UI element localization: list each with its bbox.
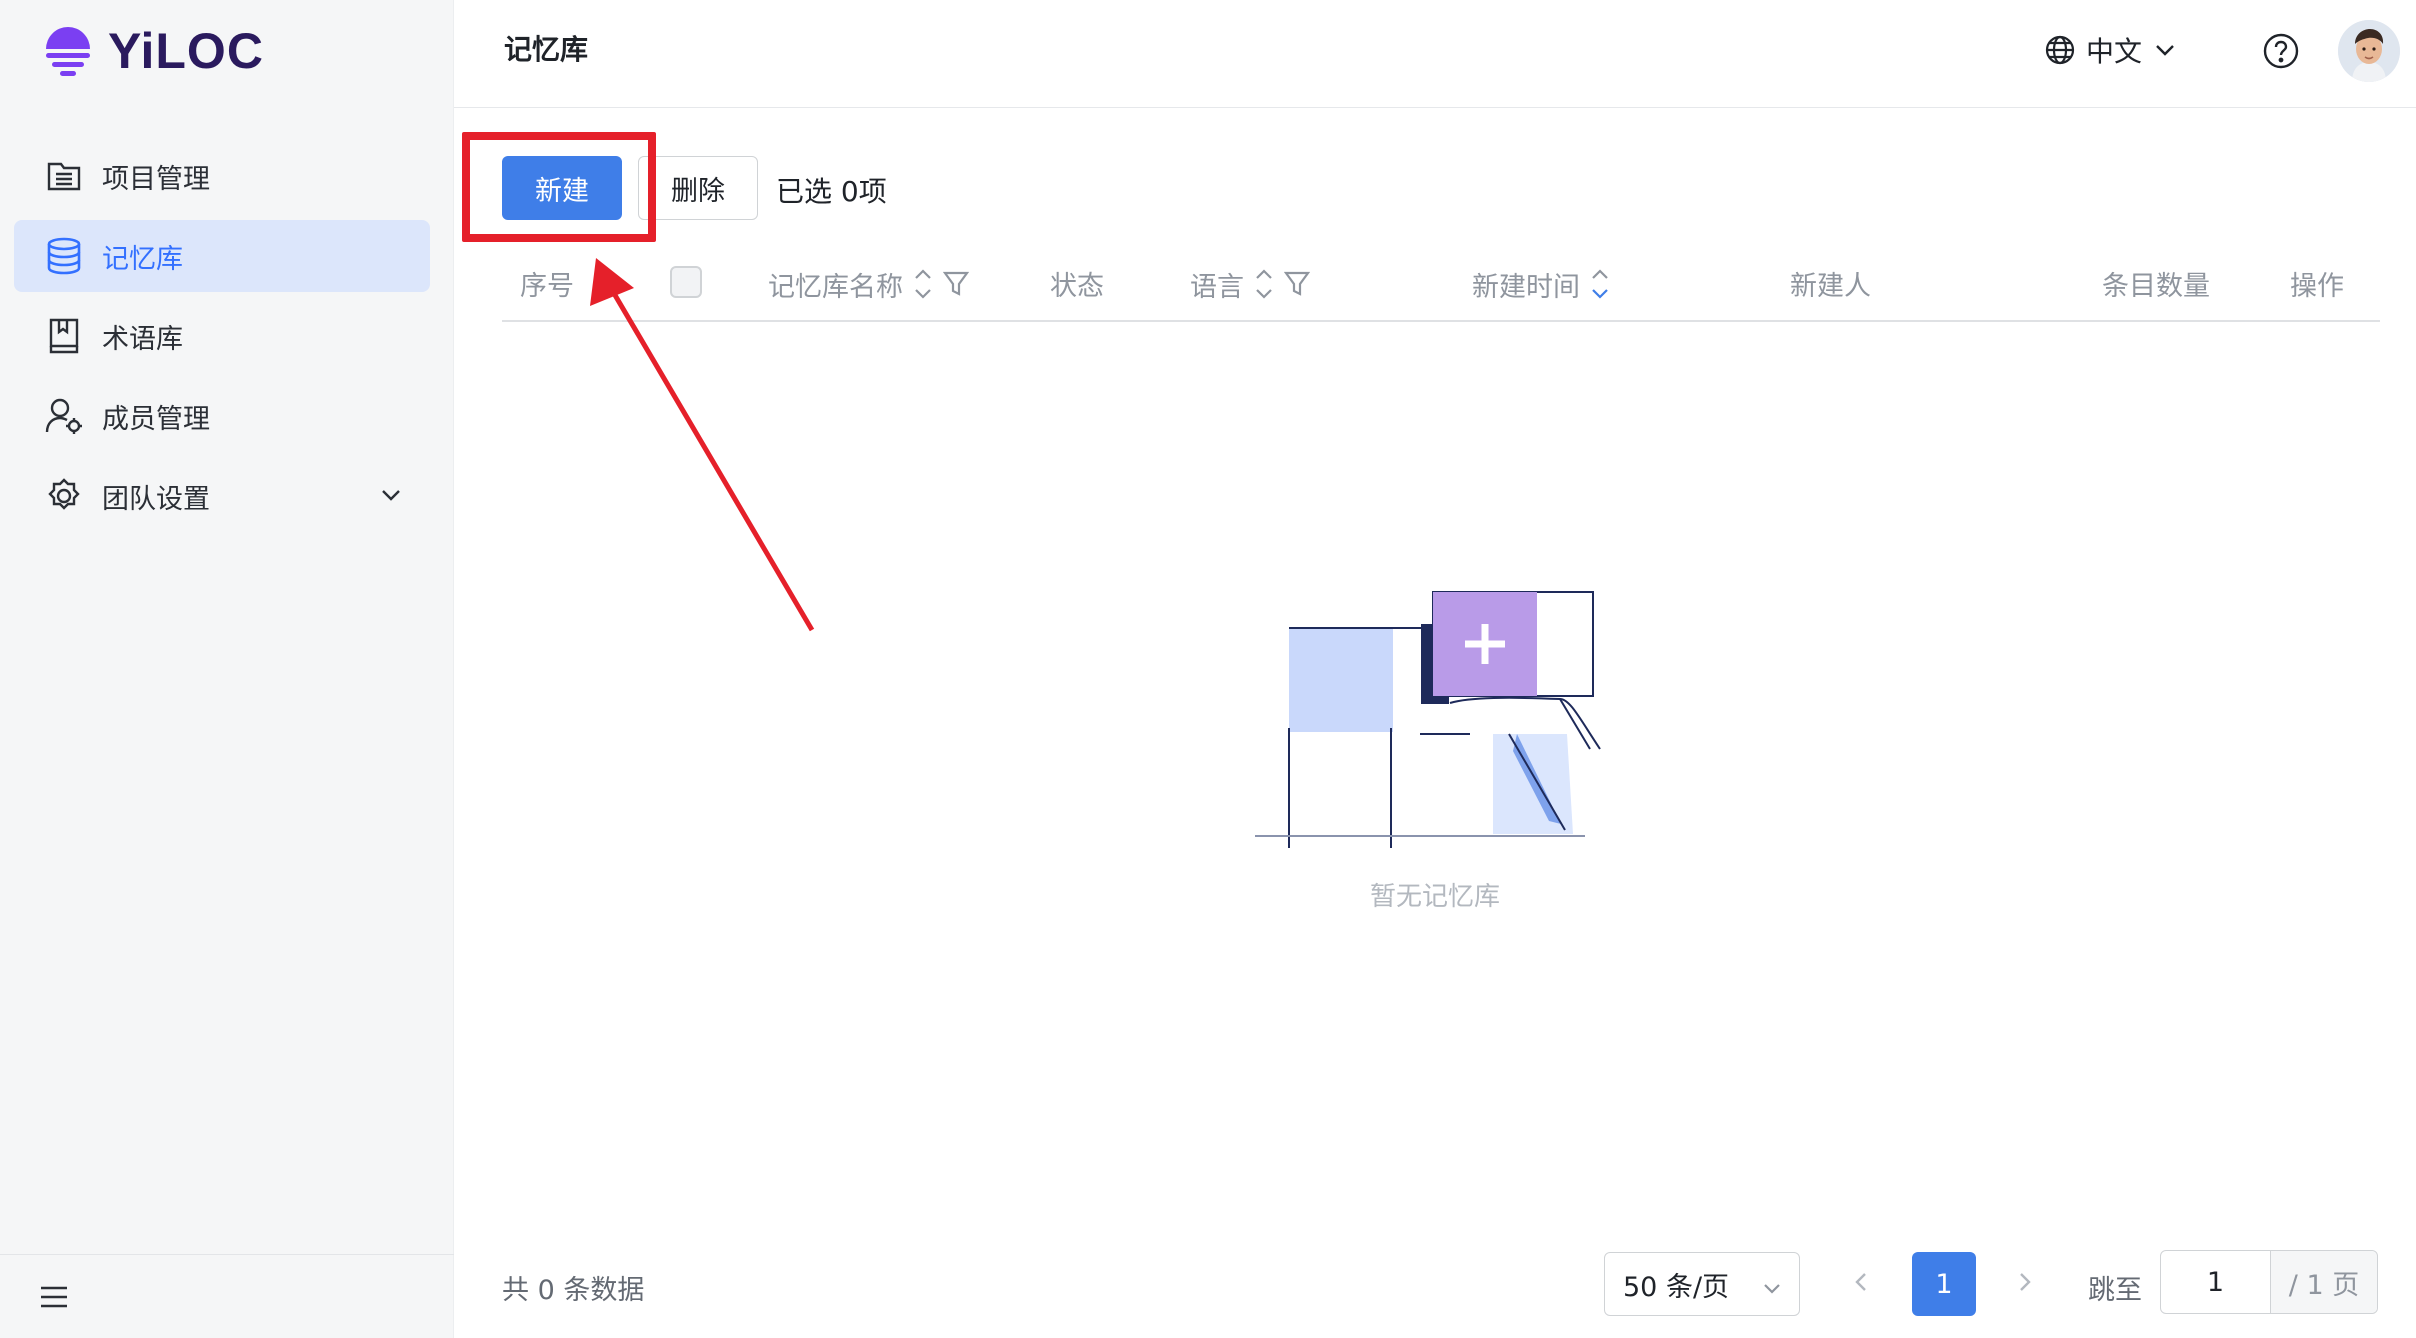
page-size-select[interactable]: 50 条/页 xyxy=(1604,1252,1800,1316)
help-icon[interactable] xyxy=(2262,32,2300,74)
menu-icon[interactable] xyxy=(38,1281,70,1317)
globe-icon xyxy=(2045,35,2075,65)
chevron-down-icon[interactable] xyxy=(378,482,404,515)
annotation-highlight-box xyxy=(462,132,656,242)
column-actions: 操作 xyxy=(2290,271,2344,302)
sidebar-item-label: 团队设置 xyxy=(102,483,210,515)
sidebar-nav: 项目管理 记忆库 术语库 成员管理 团队设置 xyxy=(14,140,430,540)
list-icon xyxy=(44,156,84,196)
empty-illustration xyxy=(1255,588,1625,858)
column-creator: 新建人 xyxy=(1790,271,1871,302)
empty-state-text: 暂无记忆库 xyxy=(1370,882,1501,912)
sidebar-footer xyxy=(0,1254,454,1338)
sort-icon[interactable] xyxy=(1254,264,1274,304)
database-icon xyxy=(44,236,84,276)
sidebar-item-label: 项目管理 xyxy=(102,163,210,195)
column-entries: 条目数量 xyxy=(2102,271,2210,302)
select-all-checkbox[interactable] xyxy=(670,266,702,298)
sidebar-item-label: 记忆库 xyxy=(102,243,183,275)
language-selector[interactable]: 中文 xyxy=(2044,30,2178,70)
table-header: 序号 记忆库名称 状态 语言 新建时间 新建人 条目数量 操作 xyxy=(502,250,2380,322)
language-label: 中文 xyxy=(2086,35,2143,68)
total-pages: / 1 页 xyxy=(2271,1251,2377,1313)
column-language[interactable]: 语言 xyxy=(1190,264,1310,304)
selected-count: 已选 0项 xyxy=(776,175,887,208)
sort-icon[interactable] xyxy=(1590,264,1610,304)
sidebar-item-memory[interactable]: 记忆库 xyxy=(14,220,430,292)
sidebar-item-label: 术语库 xyxy=(102,323,183,355)
filter-icon[interactable] xyxy=(943,270,969,298)
sidebar-item-team-settings[interactable]: 团队设置 xyxy=(14,460,430,532)
user-settings-icon xyxy=(44,396,84,436)
jump-page-input[interactable]: 1 xyxy=(2161,1251,2271,1313)
page-1-button[interactable]: 1 xyxy=(1912,1252,1976,1316)
brand-name: YiLOC xyxy=(108,23,264,79)
page-title: 记忆库 xyxy=(504,33,589,66)
logo-mark-icon xyxy=(46,27,90,76)
column-status: 状态 xyxy=(1050,271,1104,302)
logo[interactable]: YiLOC xyxy=(40,22,264,80)
jump-to-page: 1 / 1 页 xyxy=(2160,1250,2378,1314)
book-icon xyxy=(44,316,84,356)
chevron-left-icon xyxy=(1855,1273,1866,1291)
chevron-down-icon xyxy=(2156,45,2174,56)
prev-page-button[interactable] xyxy=(1848,1268,1876,1300)
top-header: 记忆库 中文 xyxy=(454,0,2416,108)
page-size-value: 50 条/页 xyxy=(1623,1271,1730,1303)
sidebar-item-label: 成员管理 xyxy=(102,403,210,435)
sidebar-item-members[interactable]: 成员管理 xyxy=(14,380,430,452)
total-count: 共 0 条数据 xyxy=(502,1275,645,1306)
avatar[interactable] xyxy=(2338,20,2400,82)
jump-label: 跳至 xyxy=(2088,1275,2142,1306)
chevron-down-icon xyxy=(1761,1275,1783,1306)
sidebar-item-projects[interactable]: 项目管理 xyxy=(14,140,430,212)
sidebar: YiLOC 项目管理 记忆库 术语库 成员管理 团队设置 xyxy=(0,0,454,1338)
filter-icon[interactable] xyxy=(1284,270,1310,298)
sidebar-item-glossary[interactable]: 术语库 xyxy=(14,300,430,372)
chevron-right-icon xyxy=(2020,1273,2031,1291)
column-created-time[interactable]: 新建时间 xyxy=(1472,264,1610,304)
delete-button[interactable]: 删除 xyxy=(638,156,758,220)
column-index: 序号 xyxy=(520,271,574,302)
sort-icon[interactable] xyxy=(913,264,933,304)
column-name[interactable]: 记忆库名称 xyxy=(768,264,969,304)
next-page-button[interactable] xyxy=(2010,1268,2038,1300)
gear-icon xyxy=(44,476,84,516)
